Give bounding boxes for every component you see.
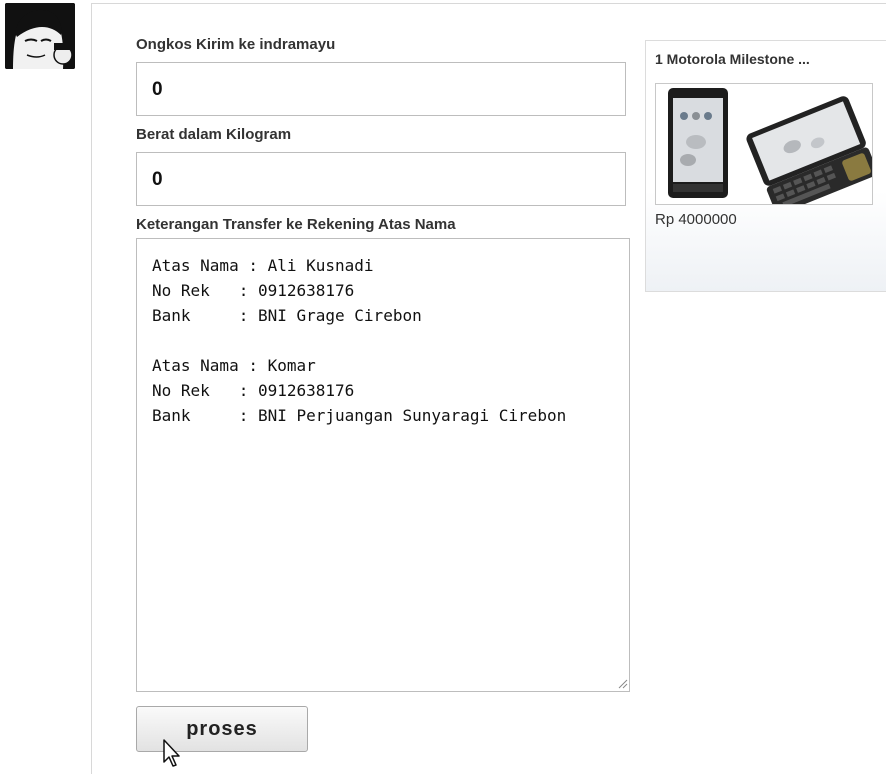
product-image[interactable] [655,83,873,205]
phone-image-icon [656,84,872,204]
shipping-cost-field[interactable]: 0 [136,62,626,116]
user-avatar-icon [5,3,75,69]
mouse-pointer-icon [163,739,180,767]
transfer-info-textarea[interactable]: Atas Nama : Ali Kusnadi No Rek : 0912638… [136,238,630,692]
product-title[interactable]: 1 Motorola Milestone ... [655,51,810,67]
product-price: Rp 4000000 [655,211,737,228]
user-avatar[interactable] [5,3,75,69]
shipping-cost-label: Ongkos Kirim ke indramayu [136,36,336,53]
resize-grip-icon[interactable] [616,677,628,689]
weight-field[interactable]: 0 [136,152,626,206]
weight-label: Berat dalam Kilogram [136,126,292,143]
transfer-info-label: Keterangan Transfer ke Rekening Atas Nam… [136,216,456,233]
cart-item-card[interactable]: 1 Motorola Milestone ... Rp 4000000 [645,40,886,292]
